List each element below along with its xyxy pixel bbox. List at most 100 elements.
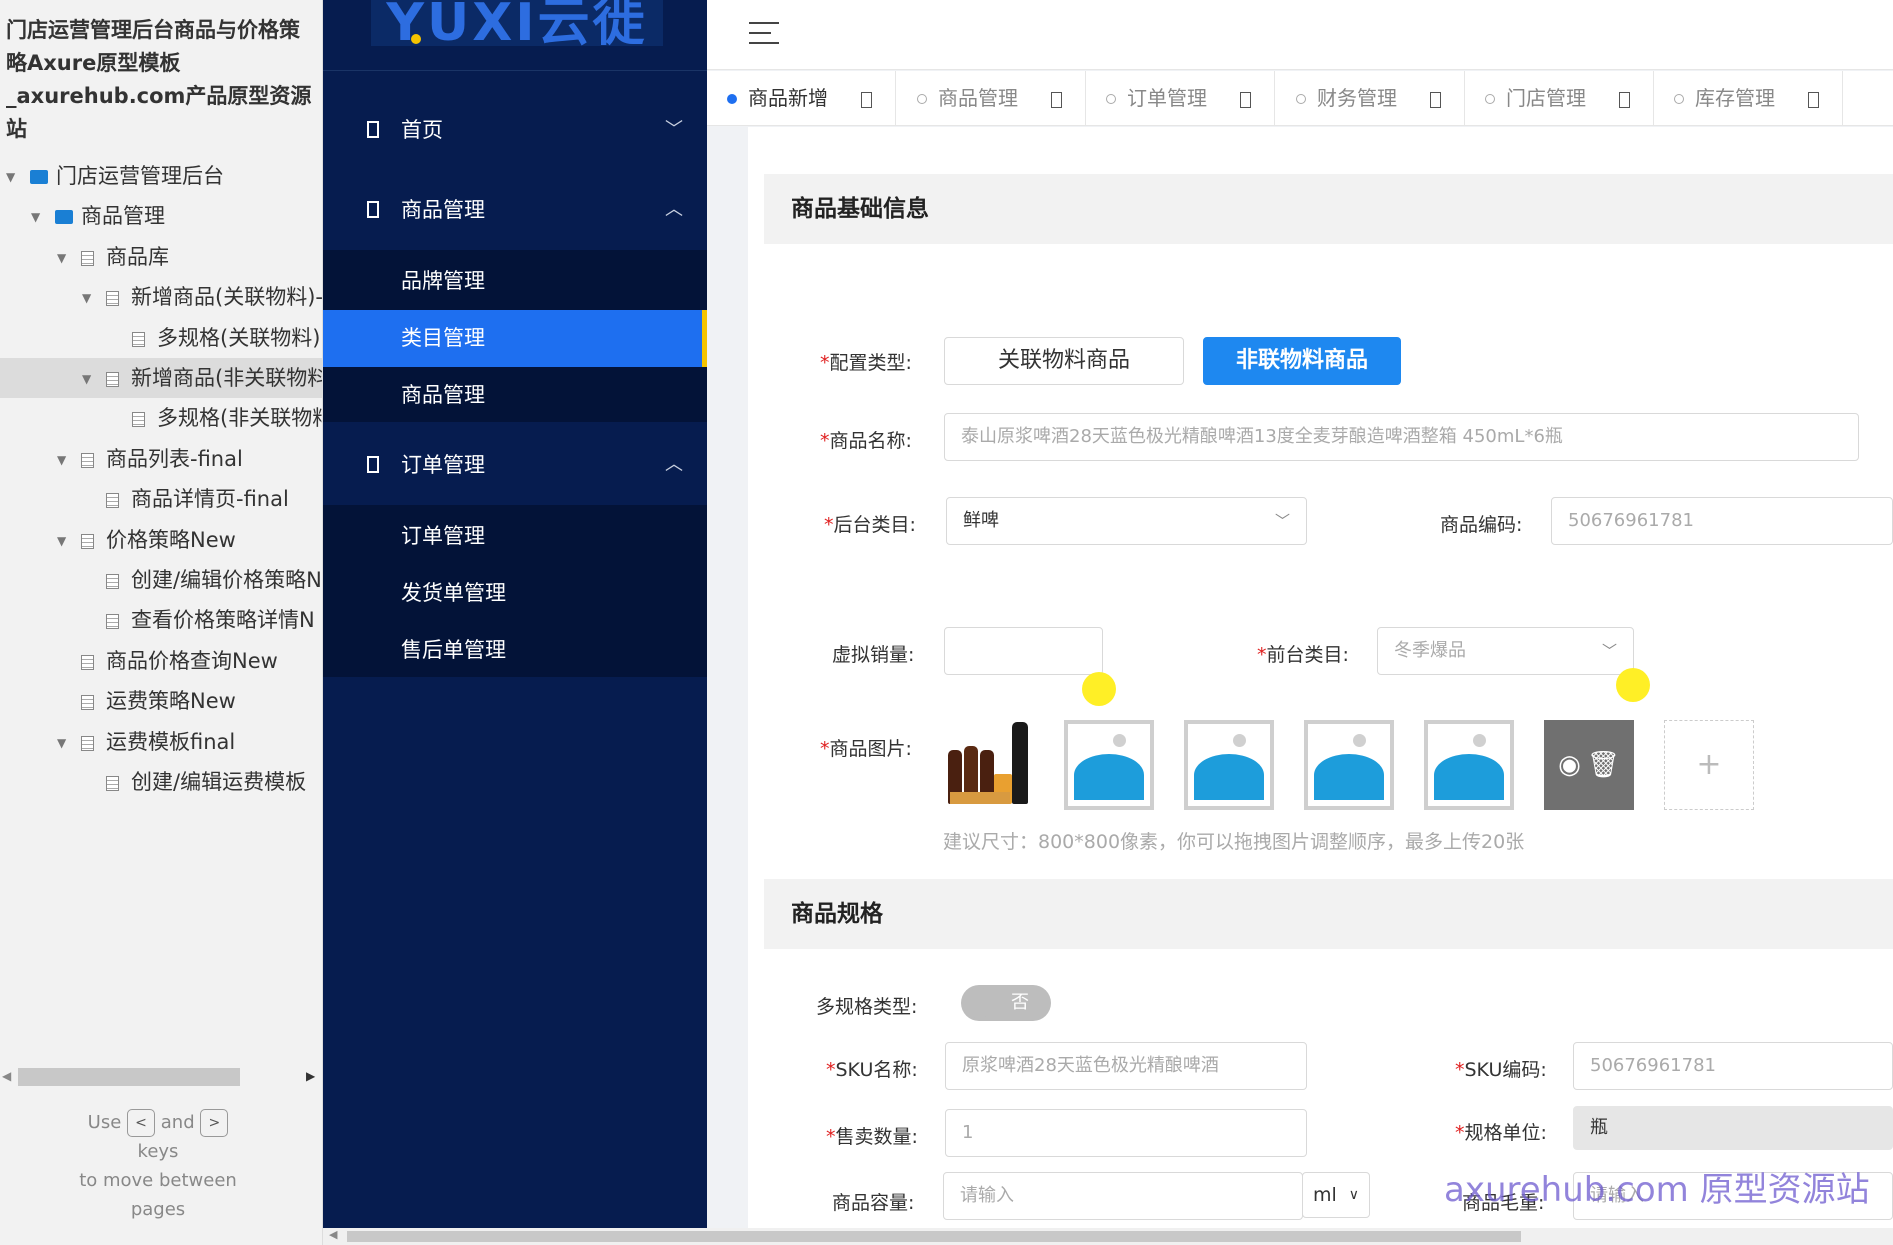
tab-order-mgmt[interactable]: 订单管理 bbox=[1086, 71, 1275, 126]
tree-item-price-query[interactable]: 商品价格查询New bbox=[57, 641, 278, 681]
tab-close-icon[interactable] bbox=[1430, 92, 1441, 108]
tree-item-goods-library[interactable]: ▼ 商品库 bbox=[57, 237, 169, 277]
scrollbar-thumb[interactable] bbox=[347, 1231, 1521, 1242]
front-category-select[interactable]: 冬季爆品 ﹀ bbox=[1377, 627, 1634, 675]
expand-arrow-icon[interactable]: ▼ bbox=[31, 197, 45, 237]
sale-qty-input[interactable]: 1 bbox=[945, 1109, 1307, 1157]
trash-icon[interactable]: 🗑 bbox=[1587, 750, 1620, 780]
tree-item-goods-mgmt[interactable]: ▼ 商品管理 bbox=[31, 196, 165, 236]
tab-close-icon[interactable] bbox=[861, 92, 872, 108]
expand-arrow-icon[interactable]: ▼ bbox=[82, 359, 96, 399]
tree-item-shipping-template[interactable]: ▼ 运费模板final bbox=[57, 722, 235, 762]
expand-arrow-icon[interactable]: ▼ bbox=[57, 723, 71, 763]
config-linked-button[interactable]: 关联物料商品 bbox=[944, 337, 1184, 385]
nav-sub-aftersale[interactable]: 售后单管理 bbox=[323, 622, 707, 679]
orders-icon bbox=[367, 456, 379, 473]
page-tabs: 商品新增 商品管理 订单管理 财务管理 门店管理 库存管理 bbox=[707, 71, 1893, 126]
tab-status-dot-icon bbox=[1485, 94, 1495, 104]
section-spec: 商品规格 bbox=[764, 879, 1893, 949]
tab-status-dot-icon bbox=[917, 94, 927, 104]
image-placeholder-icon[interactable] bbox=[1424, 720, 1514, 810]
upload-add-button[interactable]: + bbox=[1664, 720, 1754, 810]
scroll-left-arrow-icon[interactable]: ◀ bbox=[329, 1228, 337, 1241]
top-bar bbox=[707, 0, 1893, 70]
sku-code-label: *SKU编码: bbox=[1455, 1059, 1547, 1081]
expand-arrow-icon[interactable]: ▼ bbox=[57, 238, 71, 278]
tab-finance-mgmt[interactable]: 财务管理 bbox=[1276, 71, 1465, 126]
tab-close-icon[interactable] bbox=[1808, 92, 1819, 108]
image-placeholder-icon[interactable] bbox=[1184, 720, 1274, 810]
spec-unit-field: 瓶 bbox=[1573, 1106, 1893, 1150]
goods-name-input[interactable]: 泰山原浆啤酒28天蓝色极光精酿啤酒13度全麦芽酿造啤酒整箱 450mL*6瓶 bbox=[944, 413, 1859, 461]
nav-sub-orders[interactable]: 订单管理 bbox=[323, 508, 707, 565]
tab-inventory-mgmt[interactable]: 库存管理 bbox=[1654, 71, 1843, 126]
nav-sub-goods[interactable]: 商品管理 bbox=[323, 367, 707, 424]
expand-arrow-icon[interactable]: ▼ bbox=[57, 521, 71, 561]
image-placeholder-icon[interactable] bbox=[1064, 720, 1154, 810]
page-icon bbox=[106, 492, 119, 508]
page-icon bbox=[81, 654, 94, 670]
tree-item-multispec-linked[interactable]: 多规格(关联物料) bbox=[108, 318, 320, 358]
tree-item-multispec-unlinked[interactable]: 多规格(非关联物料 bbox=[108, 398, 322, 438]
page-icon bbox=[132, 331, 145, 347]
image-hover-actions[interactable]: ◉ 🗑 bbox=[1544, 720, 1634, 810]
project-title: 门店运营管理后台商品与价格策略Axure原型模板_axurehub.com产品原… bbox=[6, 18, 312, 141]
tree-item-edit-shipping-template[interactable]: 创建/编辑运费模板 bbox=[82, 762, 306, 802]
capacity-input[interactable]: 请输入 bbox=[943, 1172, 1303, 1220]
image-placeholder-icon[interactable] bbox=[1304, 720, 1394, 810]
tree-item-goods-list[interactable]: ▼ 商品列表-final bbox=[57, 439, 243, 479]
tree-item-view-price-strategy[interactable]: 查看价格策略详情N bbox=[82, 600, 315, 640]
scroll-right-arrow-icon[interactable]: ▶ bbox=[306, 1069, 315, 1083]
menu-toggle-icon[interactable] bbox=[749, 22, 779, 44]
nav-item-orders[interactable]: 订单管理 ︿ bbox=[323, 425, 707, 505]
backend-category-select[interactable]: 鲜啤 ﹀ bbox=[946, 497, 1307, 545]
nav-sub-brand[interactable]: 品牌管理 bbox=[323, 253, 707, 310]
tree-item-add-goods-linked[interactable]: ▼ 新增商品(关联物料)- bbox=[82, 277, 322, 318]
tree-item-price-strategy[interactable]: ▼ 价格策略New bbox=[57, 520, 236, 560]
scroll-left-arrow-icon[interactable]: ◀ bbox=[2, 1069, 11, 1083]
expand-arrow-icon[interactable]: ▼ bbox=[82, 278, 96, 318]
tab-goods-add[interactable]: 商品新增 bbox=[707, 71, 896, 126]
page-horizontal-scrollbar[interactable]: ◀ bbox=[323, 1228, 1893, 1245]
page-icon bbox=[106, 371, 119, 387]
product-photo-beer[interactable] bbox=[944, 720, 1034, 810]
page-icon bbox=[106, 775, 119, 791]
capacity-unit-select[interactable]: ml ∨ bbox=[1302, 1172, 1370, 1218]
tree-item-edit-price-strategy[interactable]: 创建/编辑价格策略N bbox=[82, 560, 322, 600]
capacity-label: 商品容量: bbox=[832, 1192, 915, 1214]
page-icon bbox=[81, 694, 94, 710]
expand-arrow-icon[interactable]: ▼ bbox=[6, 157, 20, 197]
spec-unit-label: *规格单位: bbox=[1455, 1122, 1547, 1144]
tree-item-shipping-strategy[interactable]: 运费策略New bbox=[57, 681, 236, 721]
tab-status-dot-icon bbox=[1296, 94, 1306, 104]
goods-code-input[interactable]: 50676961781 bbox=[1551, 497, 1893, 545]
tab-close-icon[interactable] bbox=[1051, 92, 1062, 108]
config-type-label: *配置类型: bbox=[820, 352, 912, 374]
tab-store-mgmt[interactable]: 门店管理 bbox=[1465, 71, 1654, 126]
nav-sub-delivery[interactable]: 发货单管理 bbox=[323, 565, 707, 622]
expand-arrow-icon[interactable]: ▼ bbox=[57, 440, 71, 480]
tree-item-goods-detail[interactable]: 商品详情页-final bbox=[82, 479, 289, 519]
config-unlinked-button[interactable]: 非联物料商品 bbox=[1203, 337, 1401, 385]
tab-close-icon[interactable] bbox=[1240, 92, 1251, 108]
sitemap-horizontal-scrollbar[interactable]: ◀ ▶ bbox=[0, 1066, 322, 1088]
nav-sub-category[interactable]: 类目管理 bbox=[323, 310, 707, 367]
chevron-down-icon: ∨ bbox=[1348, 1187, 1359, 1203]
goods-images-label: *商品图片: bbox=[820, 738, 912, 760]
watermark: axurehub.com 原型资源站 bbox=[1444, 1170, 1870, 1210]
sku-name-input[interactable]: 原浆啤酒28天蓝色极光精酿啤酒 bbox=[945, 1042, 1307, 1090]
tab-close-icon[interactable] bbox=[1619, 92, 1630, 108]
multi-spec-toggle[interactable]: 否 bbox=[961, 985, 1051, 1021]
backend-category-label: *后台类目: bbox=[824, 514, 916, 536]
nav-item-home[interactable]: 首页 ﹀ bbox=[323, 90, 707, 170]
multi-spec-label: 多规格类型: bbox=[816, 996, 918, 1018]
tree-item-store-admin[interactable]: ▼ 门店运营管理后台 bbox=[6, 156, 224, 196]
tab-goods-mgmt[interactable]: 商品管理 bbox=[897, 71, 1086, 126]
tree-item-add-goods-unlinked[interactable]: ▼ 新增商品(非关联物料 bbox=[82, 358, 322, 399]
folder-icon bbox=[30, 170, 48, 184]
nav-item-goods[interactable]: 商品管理 ︿ bbox=[323, 170, 707, 250]
virtual-sales-input[interactable] bbox=[944, 627, 1103, 675]
scrollbar-thumb[interactable] bbox=[18, 1068, 240, 1086]
eye-icon[interactable]: ◉ bbox=[1558, 750, 1581, 780]
sku-code-input[interactable]: 50676961781 bbox=[1573, 1042, 1893, 1090]
